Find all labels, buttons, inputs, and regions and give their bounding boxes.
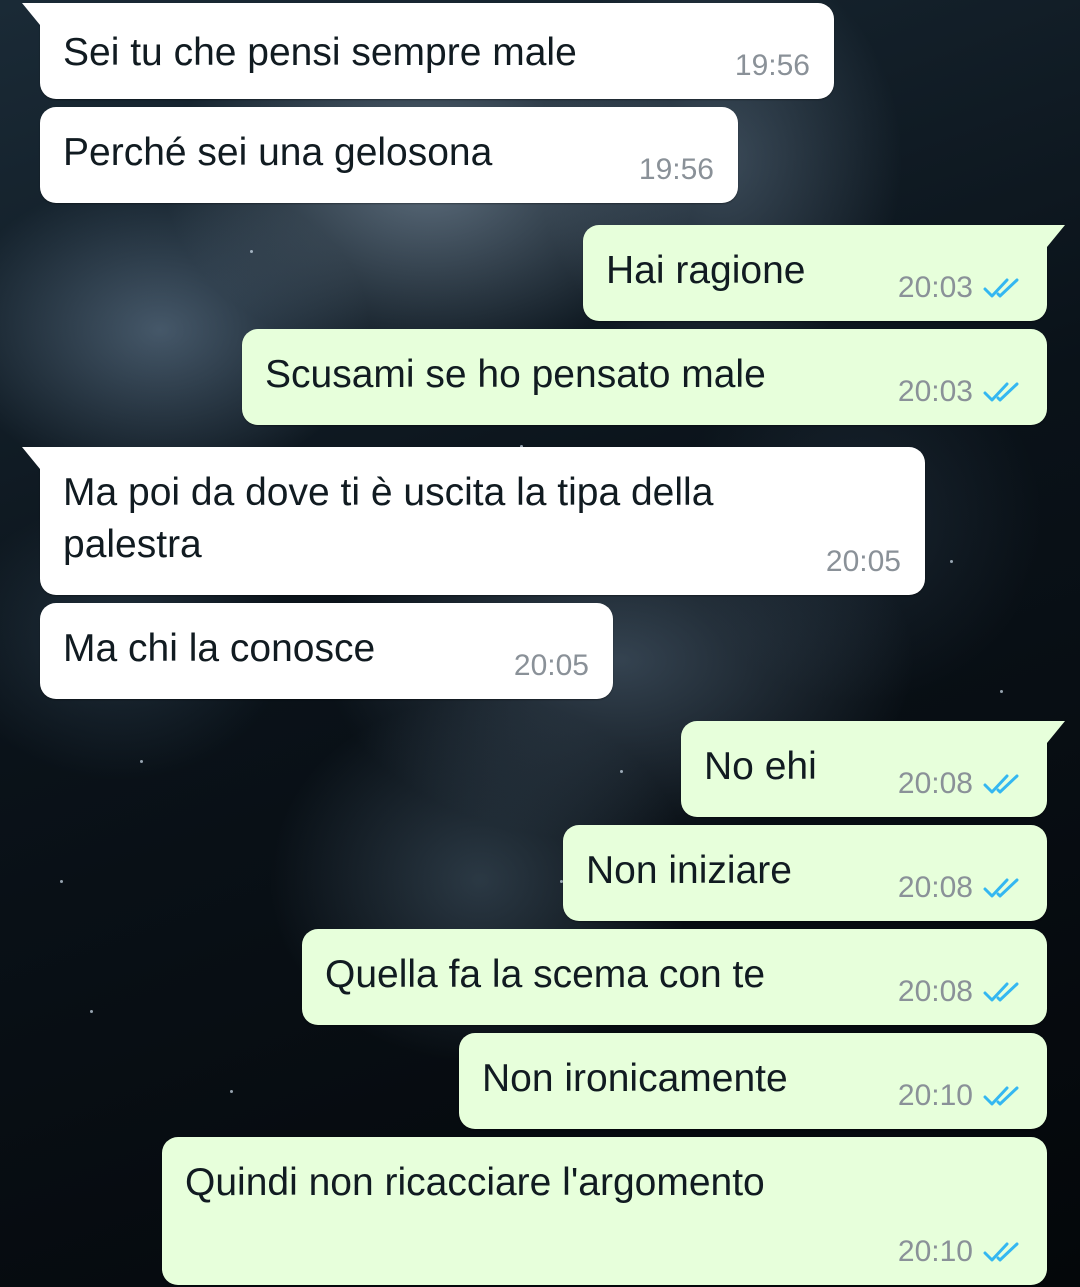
message-bubble-incoming[interactable]: Ma poi da dove ti è uscita la tipa della… [22,447,925,595]
message-meta: 20:08 [898,871,1023,905]
message-text: Quindi non ricacciare l'argomento [185,1161,765,1204]
message-text: No ehi [704,745,817,788]
message-bubble-outgoing[interactable]: Quindi non ricacciare l'argomento 20:10 [162,1137,1047,1285]
message-time: 19:56 [638,153,714,186]
message-text: Scusami se ho pensato male [265,353,766,396]
message-meta: 20:05 [514,649,589,683]
double-check-read-icon [983,878,1019,898]
message-time: 20:10 [897,1235,973,1268]
message-text: Quella fa la scema con te [325,953,766,996]
message-bubble-incoming[interactable]: Sei tu che pensi sempre male 19:56 [22,3,834,99]
message-text: Ma poi da dove ti è uscita la tipa della… [63,471,714,566]
message-bubble-outgoing[interactable]: No ehi 20:08 [681,721,1065,817]
message-time: 20:10 [897,1079,973,1112]
message-bubble-incoming[interactable]: Perché sei una gelosona 19:56 [40,107,738,203]
double-check-read-icon [983,774,1019,794]
message-time: 20:08 [897,767,973,800]
message-text: Ma chi la conosce [63,627,376,670]
double-check-read-icon [983,382,1019,402]
double-check-read-icon [983,982,1019,1002]
message-bubble-outgoing[interactable]: Quella fa la scema con te 20:08 [302,929,1047,1025]
message-meta: 20:08 [898,975,1023,1009]
message-text: Perché sei una gelosona [63,131,493,174]
message-bubble-outgoing[interactable]: Non ironicamente 20:10 [459,1033,1047,1129]
message-meta: 20:10 [898,1079,1023,1113]
message-bubble-outgoing[interactable]: Hai ragione 20:03 [583,225,1065,321]
message-meta: 20:08 [898,767,1023,801]
message-bubble-incoming[interactable]: Ma chi la conosce 20:05 [40,603,613,699]
message-time: 20:05 [513,649,589,682]
double-check-read-icon [983,1086,1019,1106]
message-time: 19:56 [734,49,810,82]
message-meta: 19:56 [639,153,714,187]
message-text: Non ironicamente [482,1057,788,1100]
message-meta: 20:03 [898,271,1023,305]
message-bubble-outgoing[interactable]: Scusami se ho pensato male 20:03 [242,329,1047,425]
message-text: Sei tu che pensi sempre male [63,31,577,74]
message-text: Non iniziare [586,849,792,892]
message-meta: 20:03 [898,375,1023,409]
message-time: 20:03 [897,375,973,408]
message-time: 20:03 [897,271,973,304]
message-time: 20:08 [897,975,973,1008]
message-bubble-outgoing[interactable]: Non iniziare 20:08 [563,825,1047,921]
message-time: 20:05 [825,545,901,578]
message-meta: 20:05 [826,545,901,579]
message-meta: 19:56 [735,49,810,83]
message-time: 20:08 [897,871,973,904]
double-check-read-icon [983,278,1019,298]
double-check-read-icon [983,1242,1019,1262]
message-text: Hai ragione [606,249,806,292]
message-meta: 20:10 [898,1235,1023,1269]
